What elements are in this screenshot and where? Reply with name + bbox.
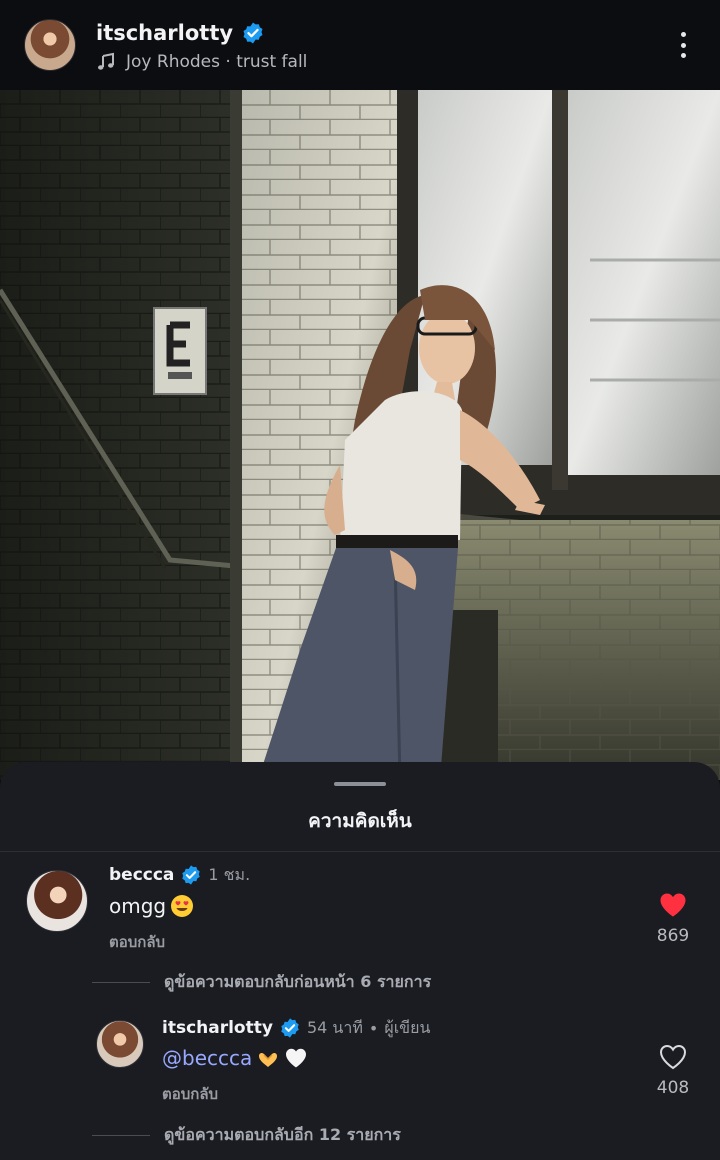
heart-hands-emoji-icon [259,1052,278,1067]
reply-button[interactable]: ตอบกลับ [162,1082,218,1106]
post-photo[interactable] [0,90,720,780]
comment-time: 1 ชม. [208,864,251,884]
verified-badge-icon [182,865,201,885]
music-track: trust fall [236,52,308,72]
divider [0,851,720,852]
post-image [0,90,720,780]
music-label: Joy Rhodes · trust fall [126,52,307,72]
like-count: 869 [656,926,690,946]
comment-username[interactable]: beccca [109,865,174,885]
commenter-avatar-beccca[interactable] [26,870,88,932]
author-avatar[interactable] [24,19,76,71]
thread-line [92,982,150,983]
verified-badge-icon [281,1018,299,1038]
post-header: itscharlotty Joy Rhodes · trust fall [0,0,720,90]
comments-sheet: ความคิดเห็น [0,762,720,1160]
comment-text: omgg [109,894,167,918]
like-group: 408 [643,1044,703,1098]
comment-header: beccca 1 ชม. [109,862,250,888]
music-artist: Joy Rhodes [126,52,220,72]
thread-line [92,1135,150,1136]
more-options-icon[interactable] [668,28,698,62]
music-separator: · [219,52,237,72]
music-row[interactable]: Joy Rhodes · trust fall [96,50,307,74]
comments-title: ความคิดเห็น [308,810,412,832]
comment-header: itscharlotty 54 นาที • ผู้เขียน [162,1015,430,1041]
author-tag: ผู้เขียน [384,1017,431,1037]
music-note-icon [98,52,114,70]
commenter-avatar-itscharlotty[interactable] [96,1020,144,1068]
verified-badge-icon [243,22,263,44]
view-previous-replies-label: ดูข้อความตอบกลับก่อนหน้า 6 รายการ [164,972,432,991]
like-group: 869 [643,892,703,946]
heart-outline-icon[interactable] [659,1044,687,1070]
reply-button[interactable]: ตอบกลับ [109,930,165,954]
author-username[interactable]: itscharlotty [96,21,233,45]
heart-filled-icon[interactable] [659,892,687,918]
author-row: itscharlotty [96,19,265,47]
drag-handle[interactable] [334,782,386,786]
like-count: 408 [656,1078,690,1098]
heart-eyes-emoji-icon [171,895,194,917]
view-more-replies-label: ดูข้อความตอบกลับอีก 12 รายการ [164,1125,401,1144]
comment-username[interactable]: itscharlotty [162,1018,273,1038]
view-more-replies[interactable]: ดูข้อความตอบกลับอีก 12 รายการ [92,1123,401,1148]
comment-text-row: omgg [109,894,194,918]
mention-link[interactable]: @beccca [162,1046,252,1070]
comment-time: 54 นาที [306,1017,363,1037]
meta-separator-dot: • [368,1018,379,1038]
view-previous-replies[interactable]: ดูข้อความตอบกลับก่อนหน้า 6 รายการ [92,970,431,995]
comment-text-row: @beccca [162,1046,308,1070]
white-heart-emoji-icon [286,1048,307,1068]
